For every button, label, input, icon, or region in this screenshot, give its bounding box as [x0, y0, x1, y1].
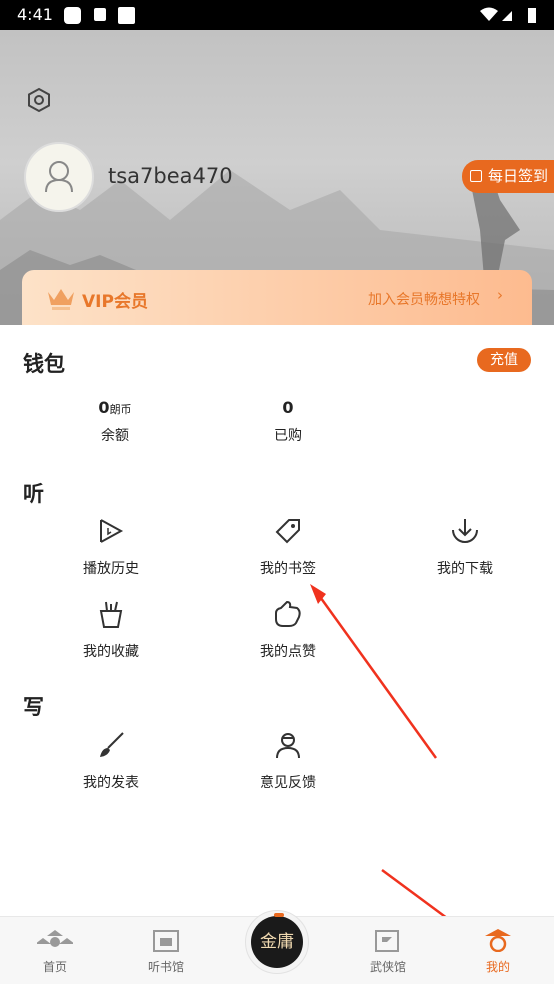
checkin-label: 每日签到 [488, 167, 549, 185]
vip-cta: 加入会员畅想特权 [368, 292, 480, 308]
item-label: 我的书签 [260, 561, 316, 577]
avatar[interactable] [24, 142, 94, 212]
status-bar: 4:41 [0, 0, 554, 30]
tag-icon [275, 519, 300, 544]
user-icon [45, 161, 73, 193]
item-label: 我的发表 [83, 775, 139, 791]
item-label: 我的下载 [437, 561, 493, 577]
recharge-button[interactable]: 充值 [477, 348, 531, 372]
status-time: 4:41 [17, 5, 53, 24]
feedback-item[interactable]: 意见反馈 [218, 730, 358, 792]
nav-mine[interactable]: 我的 [458, 928, 538, 975]
balance-unit: 朗币 [109, 403, 132, 416]
audiobook-hall-icon [153, 930, 179, 952]
item-label: 意见反馈 [260, 775, 316, 791]
progress-indicator [274, 913, 284, 917]
system-status-icons [480, 7, 536, 23]
likes-item[interactable]: 我的点赞 [218, 599, 358, 661]
player-disc-button[interactable]: 金庸 [245, 910, 309, 974]
person-feedback-icon [276, 733, 300, 759]
jinyong-logo: 金庸 [251, 916, 303, 968]
item-label: 播放历史 [83, 561, 139, 577]
balance-label: 余额 [101, 428, 129, 444]
mine-icon [485, 929, 511, 952]
purchased-stat[interactable]: 0 已购 [228, 398, 348, 445]
vip-banner[interactable]: VIP会员 加入会员畅想特权 › [22, 270, 532, 325]
balance-stat[interactable]: 0朗币 余额 [55, 398, 175, 445]
play-history-item[interactable]: 播放历史 [41, 516, 181, 578]
listen-title: 听 [23, 482, 44, 506]
favorites-item[interactable]: 我的收藏 [41, 599, 181, 661]
download-icon [452, 519, 478, 543]
nav-label: 首页 [42, 960, 67, 974]
nav-label: 我的 [485, 960, 510, 974]
notification-icon [64, 7, 81, 24]
brush-icon [100, 732, 124, 757]
notification-icon-2 [118, 7, 135, 24]
calendar-icon [470, 170, 482, 182]
downloads-item[interactable]: 我的下载 [395, 516, 535, 578]
wallet-title: 钱包 [23, 352, 65, 376]
item-label: 我的点赞 [260, 644, 316, 660]
thumbs-up-icon [275, 600, 301, 627]
write-title: 写 [23, 695, 44, 719]
purchased-value: 0 [282, 398, 294, 417]
nav-label: 听书馆 [147, 960, 184, 974]
daily-checkin-button[interactable]: 每日签到 [462, 160, 554, 193]
wuxia-hall-icon [375, 930, 399, 952]
nav-label: 武侠馆 [369, 960, 406, 974]
bookmarks-item[interactable]: 我的书签 [218, 516, 358, 578]
settings-icon[interactable] [27, 87, 51, 113]
keyboard-icon [94, 8, 106, 21]
profile-header: tsa7bea470 每日签到 VIP会员 加入会员畅想特权 › [0, 30, 554, 325]
play-history-icon [100, 519, 124, 543]
crown-icon [48, 289, 74, 310]
home-icon [37, 930, 73, 947]
item-label: 我的收藏 [83, 644, 139, 660]
purchased-label: 已购 [274, 428, 302, 444]
chevron-right-icon: › [497, 286, 503, 304]
my-posts-item[interactable]: 我的发表 [41, 730, 181, 792]
nav-audiobook-hall[interactable]: 听书馆 [126, 928, 206, 975]
username: tsa7bea470 [108, 164, 233, 188]
nav-wuxia-hall[interactable]: 武侠馆 [348, 928, 428, 975]
vip-title: VIP会员 [82, 292, 148, 312]
nav-home[interactable]: 首页 [15, 928, 95, 975]
balance-value: 0 [98, 398, 110, 417]
collection-icon [99, 601, 123, 628]
